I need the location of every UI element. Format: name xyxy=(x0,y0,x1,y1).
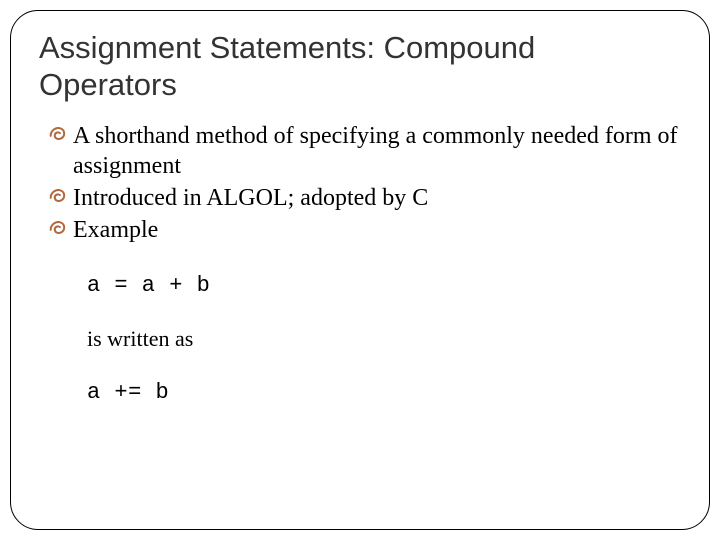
list-item: A shorthand method of specifying a commo… xyxy=(47,121,681,181)
example-label: is written as xyxy=(87,326,681,352)
list-item: Introduced in ALGOL; adopted by C xyxy=(47,183,681,213)
list-item-text: Introduced in ALGOL; adopted by C xyxy=(73,185,428,211)
slide-title: Assignment Statements: Compound Operator… xyxy=(39,29,681,103)
swirl-icon xyxy=(47,217,69,239)
code-before: a = a + b xyxy=(87,273,681,298)
list-item-text: Example xyxy=(73,217,158,243)
swirl-icon xyxy=(47,123,69,145)
bullet-list: A shorthand method of specifying a commo… xyxy=(47,121,681,245)
list-item-text: A shorthand method of specifying a commo… xyxy=(73,123,678,179)
example-block: a = a + b is written as a += b xyxy=(87,273,681,405)
code-after: a += b xyxy=(87,380,681,405)
slide-frame: Assignment Statements: Compound Operator… xyxy=(10,10,710,530)
swirl-icon xyxy=(47,185,69,207)
list-item: Example xyxy=(47,215,681,245)
